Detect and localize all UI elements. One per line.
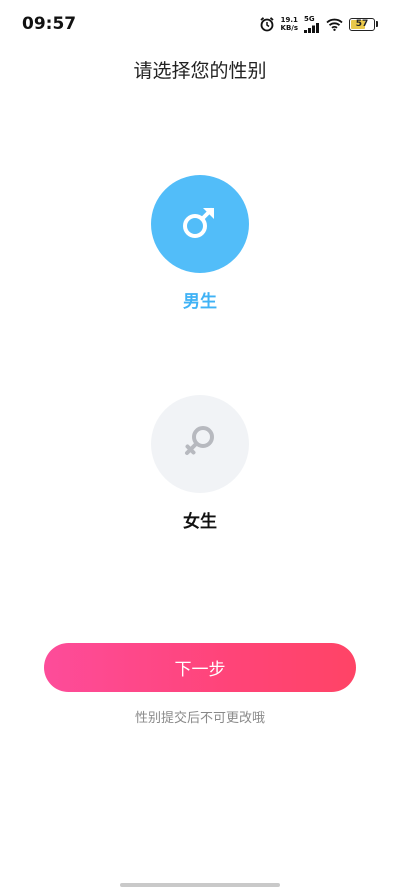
gender-circle-male[interactable]	[151, 175, 249, 273]
status-bar: 09:57 19.1 KB/s 5G 57	[0, 0, 400, 48]
network-type-label: 5G	[304, 14, 315, 23]
gender-hint-text: 性别提交后不可更改哦	[134, 711, 265, 726]
battery-icon: 57	[349, 17, 375, 31]
page-title: 请选择您的性别	[133, 60, 267, 82]
cellular-signal: 5G	[304, 14, 320, 33]
next-step-button[interactable]: 下一步	[44, 643, 356, 692]
gender-circle-female[interactable]	[151, 395, 249, 493]
network-speed-value: 19.1	[280, 16, 298, 24]
network-speed-unit: KB/s	[280, 24, 298, 32]
status-time: 09:57	[22, 14, 77, 34]
wifi-icon	[326, 18, 343, 31]
female-symbol-icon	[180, 422, 220, 466]
gender-option-male[interactable]: 男生	[150, 175, 250, 312]
status-icons: 19.1 KB/s 5G 57	[259, 14, 378, 34]
gender-label-male: 男生	[183, 292, 217, 312]
network-speed: 19.1 KB/s	[281, 16, 298, 32]
home-indicator[interactable]	[120, 883, 280, 887]
alarm-clock-icon	[259, 16, 275, 32]
gender-option-female[interactable]: 女生	[150, 395, 250, 532]
signal-bars-icon	[304, 22, 320, 33]
battery-level: 57	[355, 19, 369, 29]
gender-label-female: 女生	[183, 512, 217, 532]
battery-tip	[376, 21, 378, 27]
male-symbol-icon	[180, 202, 220, 246]
